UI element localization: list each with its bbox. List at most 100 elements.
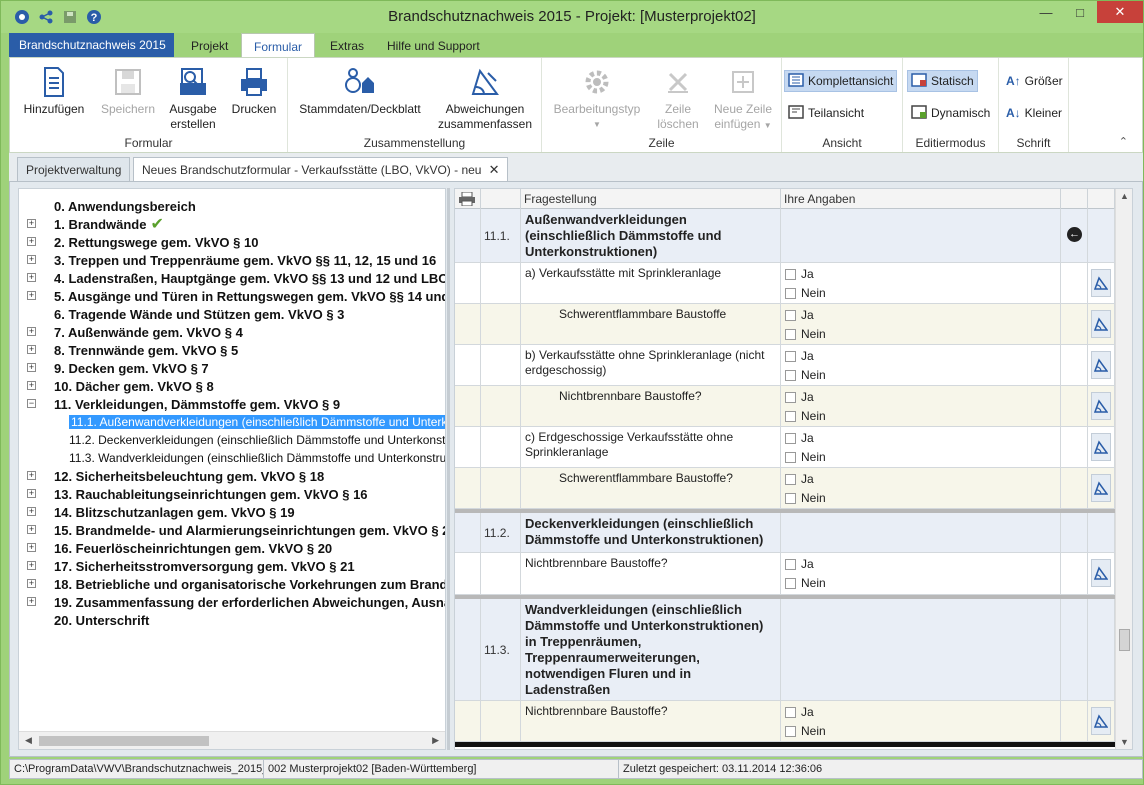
expand-icon[interactable]: + <box>27 381 36 390</box>
output-button[interactable]: Ausgabe erstellen <box>162 64 224 132</box>
tab-projekt[interactable]: Projekt <box>179 33 240 57</box>
scroll-down-icon[interactable]: ▼ <box>1120 737 1129 747</box>
full-view-button[interactable]: Komplettansicht <box>784 70 898 92</box>
tree-item[interactable]: +1. Brandwände ✔ <box>27 215 164 233</box>
tree-item[interactable]: +13. Rauchableitungseinrichtungen gem. V… <box>27 485 368 503</box>
checkbox-box[interactable] <box>785 309 796 321</box>
expand-icon[interactable]: + <box>27 507 36 516</box>
expand-icon[interactable]: + <box>27 219 36 228</box>
back-arrow-icon[interactable]: ← <box>1067 227 1082 242</box>
print-button[interactable]: Drucken <box>226 64 282 117</box>
checkbox-box[interactable] <box>785 350 796 362</box>
checkbox-box[interactable] <box>785 492 796 504</box>
checkbox-box[interactable] <box>785 432 796 444</box>
expand-icon[interactable]: + <box>27 237 36 246</box>
checkbox-box[interactable] <box>785 473 796 485</box>
collapse-icon[interactable]: − <box>27 399 36 408</box>
save-button[interactable]: Speichern <box>96 64 160 117</box>
checkbox-nein[interactable]: Nein <box>785 450 826 464</box>
file-tab[interactable]: Brandschutznachweis 2015 <box>9 33 174 57</box>
deviation-edit-button[interactable] <box>1091 351 1111 379</box>
checkbox-ja[interactable]: Ja <box>785 267 814 281</box>
scrollbar-thumb[interactable] <box>1119 629 1130 651</box>
expand-icon[interactable]: + <box>27 363 36 372</box>
deviation-edit-button[interactable] <box>1091 269 1111 297</box>
checkbox-nein[interactable]: Nein <box>785 327 826 341</box>
tree-item[interactable]: +12. Sicherheitsbeleuchtung gem. VkVO § … <box>27 467 324 485</box>
static-mode-button[interactable]: Statisch <box>907 70 978 92</box>
expand-icon[interactable]: + <box>27 525 36 534</box>
tree-item[interactable]: +5. Ausgänge und Türen in Rettungswegen … <box>27 287 445 305</box>
expand-icon[interactable]: + <box>27 579 36 588</box>
tree-subitem[interactable]: 11.3. Wandverkleidungen (einschließlich … <box>69 449 445 467</box>
tree-item[interactable]: +16. Feuerlöscheinrichtungen gem. VkVO §… <box>27 539 332 557</box>
scroll-right-icon[interactable]: ▶ <box>432 735 439 746</box>
splitter[interactable] <box>447 188 450 750</box>
deviation-edit-button[interactable] <box>1091 392 1111 420</box>
checkbox-nein[interactable]: Nein <box>785 576 826 590</box>
checkbox-box[interactable] <box>785 451 796 463</box>
checkbox-ja[interactable]: Ja <box>785 472 814 486</box>
expand-icon[interactable]: + <box>27 255 36 264</box>
tree-item[interactable]: +4. Ladenstraßen, Hauptgänge gem. VkVO §… <box>27 269 445 287</box>
partial-view-button[interactable]: Teilansicht <box>785 102 867 124</box>
tree-item[interactable]: +17. Sicherheitsstromversorgung gem. VkV… <box>27 557 355 575</box>
tree-item[interactable]: +14. Blitzschutzanlagen gem. VkVO § 19 <box>27 503 295 521</box>
scroll-up-icon[interactable]: ▲ <box>1120 191 1129 201</box>
master-data-button[interactable]: Stammdaten/Deckblatt <box>296 64 424 117</box>
vertical-scrollbar[interactable]: ▲ ▼ <box>1115 189 1132 749</box>
checkbox-ja[interactable]: Ja <box>785 308 814 322</box>
tab-brandschutzformular[interactable]: Neues Brandschutzformular - Verkaufsstät… <box>133 157 509 181</box>
font-smaller-button[interactable]: A↓ Kleiner <box>1003 102 1065 124</box>
add-button[interactable]: Hinzufügen <box>18 64 90 117</box>
close-tab-icon[interactable]: ✕ <box>489 162 500 178</box>
tree-item[interactable]: +8. Trennwände gem. VkVO § 5 <box>27 341 238 359</box>
close-window-button[interactable]: ✕ <box>1097 1 1143 23</box>
tree-item[interactable]: +7. Außenwände gem. VkVO § 4 <box>27 323 243 341</box>
deviation-edit-button[interactable] <box>1091 474 1111 502</box>
deviation-edit-button[interactable] <box>1091 707 1111 735</box>
expand-icon[interactable]: + <box>27 327 36 336</box>
expand-icon[interactable]: + <box>27 597 36 606</box>
collapse-ribbon-icon[interactable]: ⌃ <box>1119 135 1128 148</box>
insert-row-button[interactable]: Neue Zeile einfügen ▼ <box>710 64 776 133</box>
delete-row-button[interactable]: Zeile löschen <box>650 64 706 132</box>
expand-icon[interactable]: + <box>27 345 36 354</box>
tree-item[interactable]: +15. Brandmelde- und Alarmierungseinrich… <box>27 521 445 539</box>
dynamic-mode-button[interactable]: Dynamisch <box>908 102 993 124</box>
checkbox-box[interactable] <box>785 558 796 570</box>
checkbox-ja[interactable]: Ja <box>785 431 814 445</box>
tree-item[interactable]: +19. Zusammenfassung der erforderlichen … <box>27 593 445 611</box>
checkbox-box[interactable] <box>785 706 796 718</box>
tree-item[interactable]: +10. Dächer gem. VkVO § 8 <box>27 377 214 395</box>
deviation-edit-button[interactable] <box>1091 310 1111 338</box>
expand-icon[interactable]: + <box>27 471 36 480</box>
tab-projektverwaltung[interactable]: Projektverwaltung <box>17 157 131 181</box>
font-bigger-button[interactable]: A↑ Größer <box>1003 70 1066 92</box>
tree-item[interactable]: +3. Treppen und Treppenräume gem. VkVO §… <box>27 251 436 269</box>
deviations-button[interactable]: Abweichungen zusammenfassen <box>434 64 536 132</box>
checkbox-ja[interactable]: Ja <box>785 349 814 363</box>
tree-item[interactable]: − 11. Verkleidungen, Dämmstoffe gem. VkVO… <box>27 395 340 413</box>
checkbox-box[interactable] <box>785 725 796 737</box>
print-row-icon[interactable] <box>455 189 481 209</box>
expand-icon[interactable]: + <box>27 489 36 498</box>
scroll-left-icon[interactable]: ◀ <box>25 735 32 746</box>
horizontal-scrollbar[interactable]: ◀ ▶ <box>19 731 445 749</box>
checkbox-box[interactable] <box>785 369 796 381</box>
scrollbar-thumb[interactable] <box>39 736 209 746</box>
checkbox-nein[interactable]: Nein <box>785 491 826 505</box>
tree-item[interactable]: +9. Decken gem. VkVO § 7 <box>27 359 209 377</box>
checkbox-nein[interactable]: Nein <box>785 368 826 382</box>
checkbox-nein[interactable]: Nein <box>785 409 826 423</box>
processing-type-button[interactable]: Bearbeitungstyp ▼ <box>548 64 646 132</box>
expand-icon[interactable]: + <box>27 273 36 282</box>
tab-formular[interactable]: Formular <box>241 33 316 57</box>
checkbox-box[interactable] <box>785 287 796 299</box>
tab-hilfe[interactable]: Hilfe und Support <box>375 33 492 57</box>
checkbox-nein[interactable]: Nein <box>785 286 826 300</box>
tree-item[interactable]: +2. Rettungswege gem. VkVO § 10 <box>27 233 258 251</box>
tree-subitem[interactable]: 11.1. Außenwandverkleidungen (einschließ… <box>69 413 445 431</box>
checkbox-ja[interactable]: Ja <box>785 390 814 404</box>
checkbox-box[interactable] <box>785 268 796 280</box>
